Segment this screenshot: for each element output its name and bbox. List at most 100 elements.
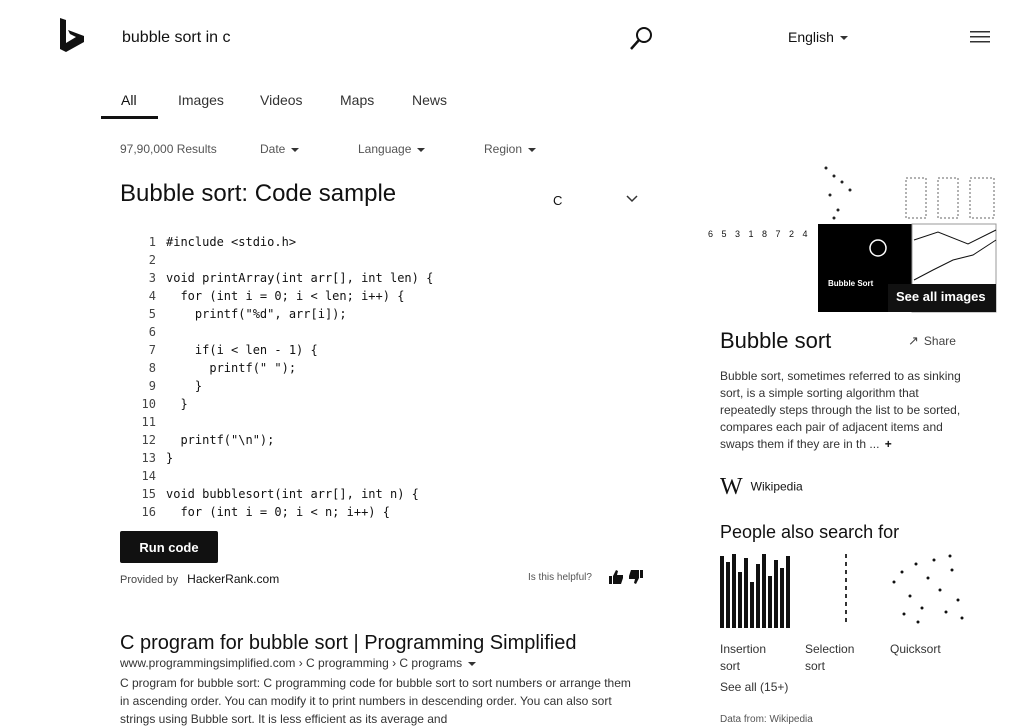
- line-number: 9: [148, 379, 156, 393]
- pas-item-quicksort[interactable]: Quicksort: [890, 552, 968, 658]
- pas-label-line: Selection: [805, 642, 855, 656]
- code-language-select[interactable]: C: [553, 193, 562, 208]
- chevron-down-icon: [417, 147, 426, 152]
- provider-label: Provided by: [120, 574, 179, 586]
- provider-line: Provided by HackerRank.com: [120, 572, 279, 586]
- pas-label: Quicksort: [890, 641, 968, 658]
- tab-videos[interactable]: Videos: [260, 92, 303, 108]
- result-snippet: C program for bubble sort: C programming…: [120, 676, 631, 726]
- share-icon: ↗: [908, 333, 919, 348]
- line-number: 4: [148, 289, 156, 303]
- helpful-label: Is this helpful?: [528, 572, 592, 583]
- language-selector[interactable]: English: [788, 29, 848, 45]
- line-number: 8: [148, 361, 156, 375]
- tab-news[interactable]: News: [412, 92, 447, 108]
- code-line: 11: [138, 413, 658, 431]
- date-filter[interactable]: Date: [260, 142, 300, 156]
- code-text: void printArray(int arr[], int len) {: [166, 271, 434, 285]
- code-block: 1 #include <stdio.h> 2 3 void printArray(int…: [138, 233, 658, 521]
- code-text: printf(" ");: [166, 361, 297, 375]
- code-text: if(i < len - 1) {: [166, 343, 318, 357]
- search-input[interactable]: bubble sort in c: [122, 29, 231, 47]
- pas-item-selection-sort[interactable]: Selection sort: [805, 552, 883, 675]
- number-strip: 6 5 3 1 8 7 2 4: [708, 229, 811, 239]
- run-code-button[interactable]: Run code: [120, 531, 218, 563]
- share-button[interactable]: ↗ Share: [908, 333, 956, 349]
- result-url[interactable]: www.programmingsimplified.com › C progra…: [120, 656, 477, 670]
- tab-maps[interactable]: Maps: [340, 92, 374, 108]
- provider-link[interactable]: HackerRank.com: [187, 572, 279, 586]
- code-line: 1 #include <stdio.h>: [138, 233, 658, 251]
- tab-images[interactable]: Images: [178, 92, 224, 108]
- line-number: 15: [141, 487, 156, 501]
- result-title-link[interactable]: C program for bubble sort | Programming …: [120, 632, 576, 655]
- code-line: 14: [138, 467, 658, 485]
- chevron-down-icon[interactable]: [468, 661, 477, 666]
- expand-plus-icon[interactable]: +: [885, 437, 892, 451]
- thumbs-down-icon[interactable]: [628, 569, 644, 585]
- date-filter-label: Date: [260, 142, 286, 156]
- line-number: 6: [148, 325, 156, 339]
- code-line: 4 for (int i = 0; i < len; i++) {: [138, 287, 658, 305]
- see-all-link[interactable]: See all (15+): [720, 680, 788, 694]
- line-number: 16: [141, 505, 156, 519]
- code-line: 3 void printArray(int arr[], int len) {: [138, 269, 658, 287]
- pas-item-insertion-sort[interactable]: Insertion sort: [720, 552, 798, 675]
- hamburger-menu-icon[interactable]: [970, 30, 990, 44]
- line-number: 2: [148, 253, 156, 267]
- code-text: #include <stdio.h>: [166, 235, 297, 249]
- region-filter-label: Region: [484, 142, 523, 156]
- code-line: 15 void bubblesort(int arr[], int n) {: [138, 485, 658, 503]
- code-line: 16 for (int i = 0; i < n; i++) {: [138, 503, 658, 521]
- code-line: 10 }: [138, 395, 658, 413]
- kp-description: Bubble sort, sometimes referred to as si…: [720, 368, 970, 453]
- code-line: 9 }: [138, 377, 658, 395]
- kp-title: Bubble sort: [720, 328, 832, 353]
- result-url-text: www.programmingsimplified.com › C progra…: [120, 656, 463, 670]
- wikipedia-label: Wikipedia: [750, 479, 803, 494]
- code-line: 2: [138, 251, 658, 269]
- active-tab-indicator: [101, 116, 158, 119]
- code-text: void bubblesort(int arr[], int n) {: [166, 487, 419, 501]
- kp-description-text: Bubble sort, sometimes referred to as si…: [720, 369, 961, 451]
- code-text: }: [166, 451, 174, 465]
- code-sample-title: Bubble sort: Code sample: [120, 180, 397, 207]
- wikipedia-source[interactable]: W Wikipedia: [720, 474, 803, 501]
- result-count: 97,90,000 Results: [120, 142, 217, 156]
- line-number: 13: [141, 451, 156, 465]
- pas-label: Selection sort: [805, 641, 883, 675]
- code-line: 13}: [138, 449, 658, 467]
- bing-logo-icon[interactable]: [58, 18, 86, 52]
- code-line: 8 printf(" ");: [138, 359, 658, 377]
- image-gallery[interactable]: 6 5 3 1 8 7 2 4 Bubble Sort See all imag…: [708, 160, 998, 315]
- thumb-caption: Bubble Sort: [828, 279, 874, 288]
- language-label: English: [788, 29, 834, 45]
- code-text: for (int i = 0; i < len; i++) {: [166, 289, 405, 303]
- search-icon[interactable]: [628, 24, 656, 52]
- code-text: printf("\n");: [166, 433, 275, 447]
- pas-label-line: Quicksort: [890, 642, 941, 656]
- tab-all[interactable]: All: [121, 92, 137, 108]
- code-text: }: [166, 379, 203, 393]
- people-also-search-heading: People also search for: [720, 522, 900, 542]
- quicksort-image: [892, 554, 964, 624]
- region-filter[interactable]: Region: [484, 142, 537, 156]
- code-line: 7 if(i < len - 1) {: [138, 341, 658, 359]
- see-all-images-link[interactable]: See all images: [896, 289, 986, 304]
- insertion-sort-image: [720, 554, 790, 628]
- line-number: 11: [141, 415, 156, 429]
- code-text: printf("%d", arr[i]);: [166, 307, 347, 321]
- code-text: for (int i = 0; i < n; i++) {: [166, 505, 390, 519]
- code-line: 6: [138, 323, 658, 341]
- language-filter[interactable]: Language: [358, 142, 426, 156]
- chevron-down-icon: [528, 147, 537, 152]
- line-number: 5: [148, 307, 156, 321]
- code-line: 12 printf("\n");: [138, 431, 658, 449]
- chevron-down-icon[interactable]: [626, 193, 638, 203]
- thumbs-up-icon[interactable]: [608, 569, 624, 585]
- chevron-down-icon: [839, 36, 848, 41]
- line-number: 10: [141, 397, 156, 411]
- pas-label-line: sort: [805, 659, 826, 673]
- line-number: 12: [141, 433, 156, 447]
- selection-sort-image: [845, 554, 847, 622]
